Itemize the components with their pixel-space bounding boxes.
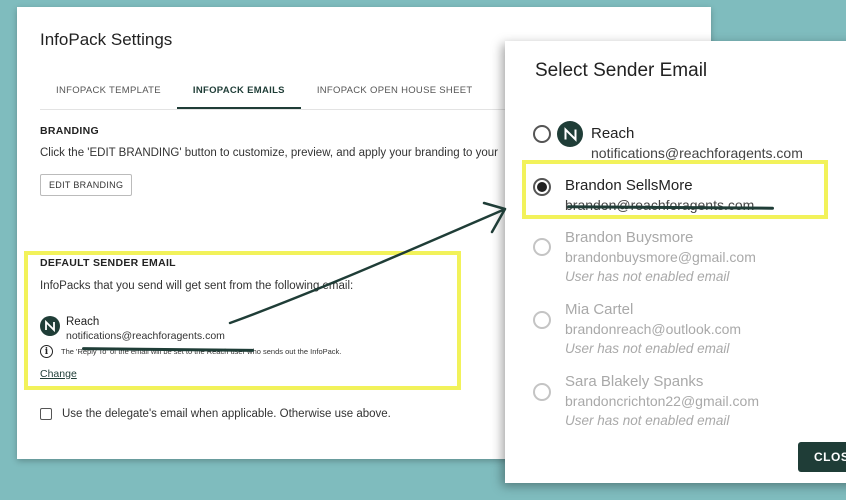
option-email: brandoncrichton22@gmail.com [565, 393, 759, 409]
select-sender-email-modal: Select Sender Email Reach notifications@… [505, 41, 846, 483]
option-disabled-note: User has not enabled email [565, 413, 730, 428]
default-sender-highlight [24, 251, 461, 390]
reach-logo-icon [557, 121, 583, 147]
tab-infopack-open-house-sheet[interactable]: INFOPACK OPEN HOUSE SHEET [301, 75, 489, 109]
option-email: brandonbuysmore@gmail.com [565, 249, 756, 265]
tab-infopack-template[interactable]: INFOPACK TEMPLATE [40, 75, 177, 109]
tab-bar: INFOPACK TEMPLATE INFOPACK EMAILS INFOPA… [40, 75, 488, 109]
radio-mia-cartel [533, 311, 551, 329]
sender-option-mia-cartel: Mia Cartel brandonreach@outlook.com User… [533, 301, 741, 359]
page-title: InfoPack Settings [40, 30, 173, 49]
delegate-email-option[interactable]: Use the delegate's email when applicable… [40, 408, 391, 420]
branding-heading: BRANDING [40, 125, 99, 137]
delegate-email-checkbox[interactable] [40, 408, 52, 420]
delegate-email-label: Use the delegate's email when applicable… [62, 408, 391, 420]
radio-sara-blakely-spanks [533, 383, 551, 401]
sender-option-brandon-buysmore: Brandon Buysmore brandonbuysmore@gmail.c… [533, 229, 756, 287]
option-name: Brandon Buysmore [565, 229, 694, 246]
sender-option-sara-blakely-spanks: Sara Blakely Spanks brandoncrichton22@gm… [533, 373, 759, 431]
option-disabled-note: User has not enabled email [565, 269, 730, 284]
radio-brandon-buysmore [533, 238, 551, 256]
option-name: Sara Blakely Spanks [565, 373, 704, 390]
tab-infopack-emails[interactable]: INFOPACK EMAILS [176, 75, 301, 109]
modal-title: Select Sender Email [535, 60, 708, 81]
selected-option-highlight [522, 160, 828, 219]
option-name: Mia Cartel [565, 301, 634, 318]
branding-description: Click the 'EDIT BRANDING' button to cust… [40, 147, 499, 159]
radio-reach[interactable] [533, 125, 551, 143]
edit-branding-button[interactable]: EDIT BRANDING [40, 174, 133, 196]
option-disabled-note: User has not enabled email [565, 341, 730, 356]
sender-option-reach[interactable]: Reach notifications@reachforagents.com [533, 121, 803, 163]
close-button[interactable]: CLOS [798, 442, 846, 472]
option-email: brandonreach@outlook.com [565, 321, 742, 337]
option-name: Reach [591, 125, 635, 142]
